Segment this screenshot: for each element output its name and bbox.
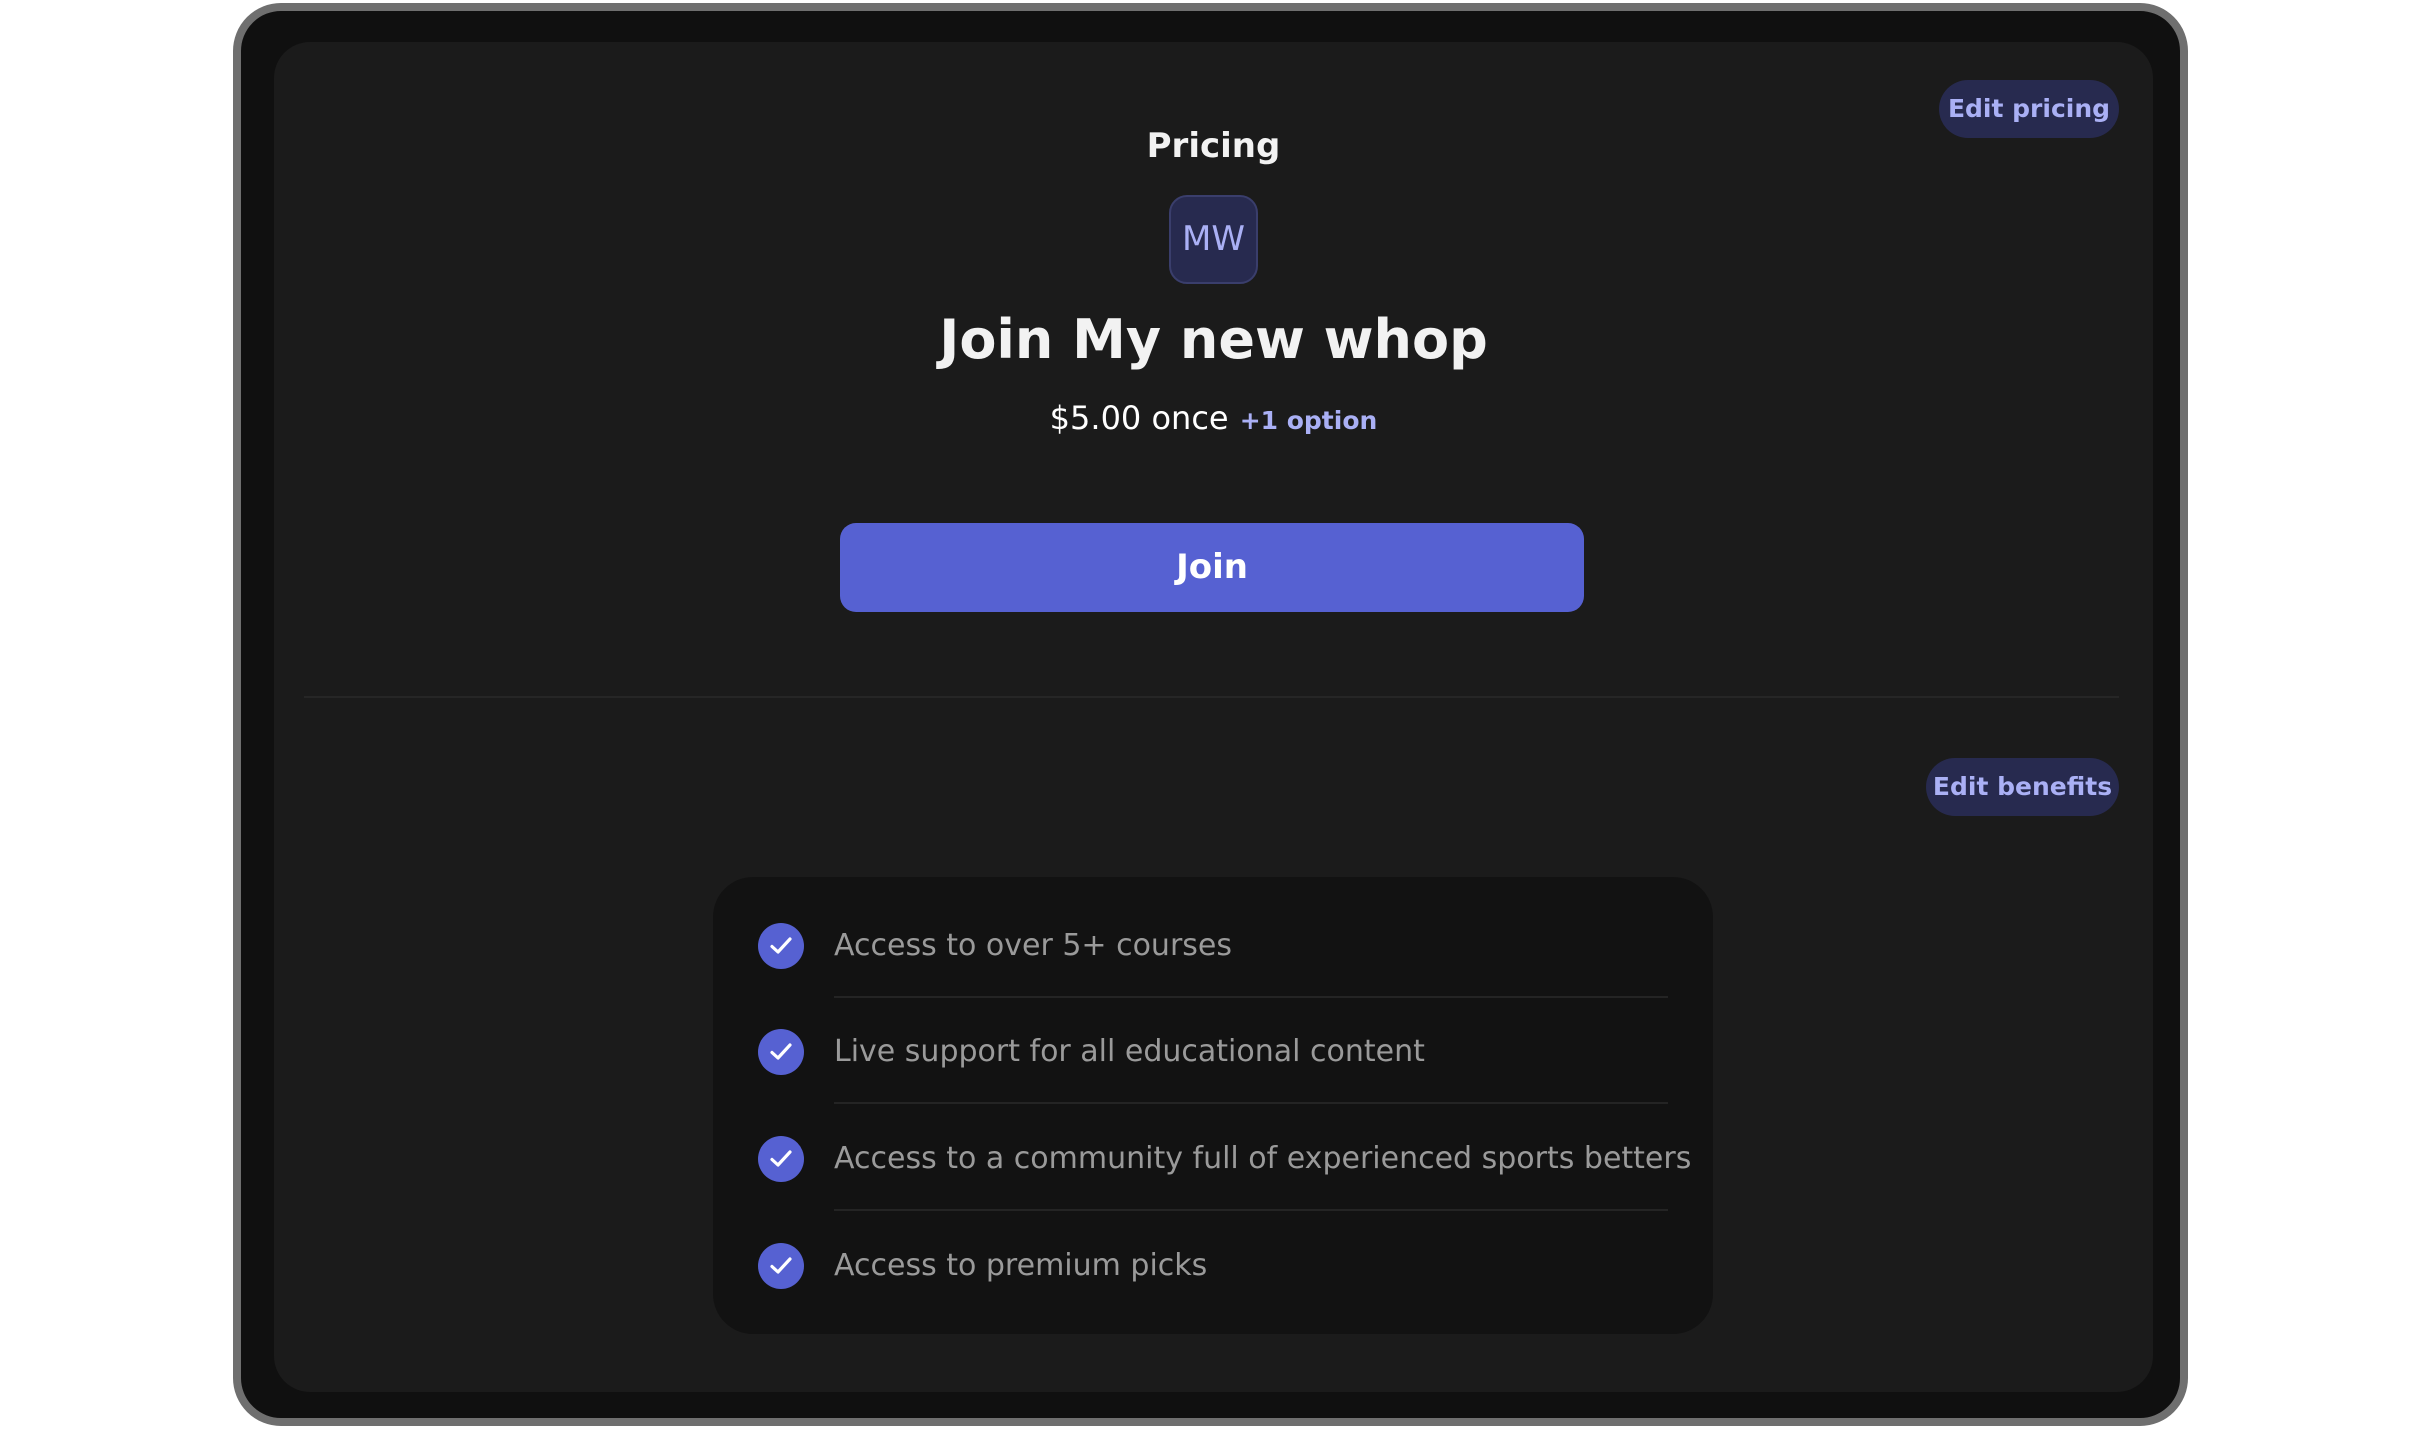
benefit-item: Access to premium picks [713,1212,1713,1318]
benefit-item: Live support for all educational content [713,998,1713,1104]
benefit-divider [834,1209,1668,1211]
benefit-label: Access to over 5+ courses [834,928,1232,963]
edit-benefits-button[interactable]: Edit benefits [1926,758,2119,816]
check-icon [758,1029,804,1075]
benefit-item: Access to over 5+ courses [713,892,1713,998]
section-divider [304,696,2119,698]
product-headline: Join My new whop [939,308,1488,371]
page-title: Pricing [1146,126,1281,166]
benefits-card: Access to over 5+ courses Live support f… [713,877,1713,1334]
check-icon [758,1136,804,1182]
price-label: $5.00 once [1049,399,1229,437]
extra-option-link[interactable]: +1 option [1240,406,1378,435]
benefit-label: Access to premium picks [834,1248,1208,1283]
avatar: MW [1169,195,1258,284]
check-icon [758,923,804,969]
benefit-divider [834,1102,1668,1104]
benefit-label: Live support for all educational content [834,1034,1425,1069]
benefit-item: Access to a community full of experience… [713,1105,1713,1211]
pricing-screen: Pricing Edit pricing MW Join My new whop… [274,42,2153,1392]
edit-pricing-button[interactable]: Edit pricing [1939,80,2119,138]
benefit-label: Access to a community full of experience… [834,1141,1692,1176]
check-icon [758,1243,804,1289]
join-button[interactable]: Join [840,523,1584,612]
price-row: $5.00 once +1 option [274,396,2153,446]
